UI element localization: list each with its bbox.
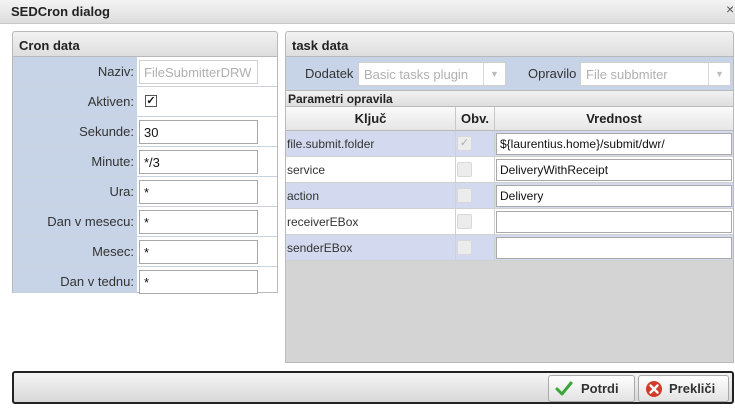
- column-kljuc[interactable]: Ključ: [286, 111, 455, 126]
- close-icon[interactable]: ×: [726, 1, 734, 17]
- chevron-down-icon[interactable]: ▼: [708, 63, 730, 85]
- cron-row-ura: Ura: *: [13, 177, 277, 207]
- mesec-label: Mesec:: [13, 237, 137, 266]
- opravilo-value: File subbmiter: [586, 67, 668, 82]
- cell-divider: [494, 183, 495, 209]
- dodatek-value: Basic tasks plugin: [364, 67, 469, 82]
- check-icon: ✓: [459, 137, 470, 149]
- param-value-field[interactable]: ${laurentius.home}/submit/dwr/: [496, 133, 732, 155]
- param-key: receiverEBox: [287, 215, 359, 229]
- potrdi-button[interactable]: Potrdi: [548, 375, 635, 402]
- cell-divider: [494, 131, 495, 157]
- param-key: service: [287, 163, 326, 177]
- cron-row-dan-v-mesecu: Dan v mesecu: *: [13, 207, 277, 237]
- params-header: Parametri opravila: [286, 91, 733, 107]
- column-obv[interactable]: Obv.: [456, 111, 494, 126]
- cell-divider: [494, 209, 495, 235]
- cron-row-naziv: Naziv: FileSubmitterDRW: [13, 57, 277, 87]
- check-icon: [555, 381, 573, 396]
- dan-v-tednu-field[interactable]: *: [139, 270, 258, 294]
- param-key: senderEBox: [287, 241, 353, 255]
- dan-v-tednu-label: Dan v tednu:: [13, 267, 137, 293]
- chevron-down-icon[interactable]: ▼: [483, 63, 505, 85]
- task-panel: Dodatek Basic tasks plugin ▼ Opravilo Fi…: [285, 57, 734, 363]
- aktiven-label: Aktiven:: [13, 87, 137, 116]
- minute-field[interactable]: */3: [139, 150, 258, 174]
- task-panel-header: task data: [285, 31, 734, 57]
- title-bar: SEDCron dialog ×: [0, 0, 735, 24]
- required-checkbox[interactable]: [457, 240, 472, 255]
- cell-divider: [455, 131, 456, 157]
- cron-row-minute: Minute: */3: [13, 147, 277, 177]
- cron-panel: Naziv: FileSubmitterDRW Aktiven: ✓ Sekun…: [12, 57, 278, 294]
- param-value-field[interactable]: [496, 237, 732, 259]
- dodatek-label: Dodatek: [305, 66, 354, 81]
- cron-row-dan-v-tednu: Dan v tednu: *: [13, 267, 277, 297]
- dialog-footer: Potrdi Prekliči: [12, 371, 734, 404]
- required-checkbox[interactable]: [457, 214, 472, 229]
- dan-v-mesecu-field[interactable]: *: [139, 210, 258, 234]
- ura-field[interactable]: *: [139, 180, 258, 204]
- param-value-field[interactable]: Delivery: [496, 185, 732, 207]
- params-grid-header: Ključ Obv. Vrednost: [286, 107, 733, 131]
- task-panel-title: task data: [292, 38, 349, 53]
- table-row[interactable]: action Delivery: [286, 183, 733, 209]
- ura-label: Ura:: [13, 177, 137, 206]
- required-checkbox[interactable]: ✓: [457, 136, 472, 151]
- preklici-label: Prekliči: [669, 381, 716, 396]
- opravilo-label: Opravilo: [528, 66, 577, 81]
- dialog-title: SEDCron dialog: [11, 4, 110, 19]
- cell-divider: [455, 157, 456, 183]
- dodatek-select[interactable]: Basic tasks plugin ▼: [358, 62, 506, 86]
- cell-divider: [494, 157, 495, 183]
- naziv-field[interactable]: FileSubmitterDRW: [139, 60, 258, 84]
- column-vrednost[interactable]: Vrednost: [495, 111, 733, 126]
- cron-row-mesec: Mesec: *: [13, 237, 277, 267]
- preklici-button[interactable]: Prekliči: [638, 375, 729, 402]
- task-selectors: Dodatek Basic tasks plugin ▼ Opravilo Fi…: [286, 57, 733, 91]
- cell-divider: [455, 183, 456, 209]
- cron-row-sekunde: Sekunde: 30: [13, 117, 277, 147]
- required-checkbox[interactable]: [457, 188, 472, 203]
- check-icon: ✓: [146, 95, 156, 107]
- table-row[interactable]: service DeliveryWithReceipt: [286, 157, 733, 183]
- aktiven-checkbox[interactable]: ✓: [145, 95, 157, 107]
- param-value-field[interactable]: DeliveryWithReceipt: [496, 159, 732, 181]
- param-value-field[interactable]: [496, 211, 732, 233]
- table-row[interactable]: file.submit.folder ✓ ${laurentius.home}/…: [286, 131, 733, 157]
- cell-divider: [455, 209, 456, 235]
- dan-v-mesecu-label: Dan v mesecu:: [13, 207, 137, 236]
- potrdi-label: Potrdi: [581, 381, 619, 396]
- cron-panel-title: Cron data: [19, 38, 80, 53]
- param-key: file.submit.folder: [287, 137, 375, 151]
- table-row[interactable]: receiverEBox: [286, 209, 733, 235]
- cron-panel-header: Cron data: [12, 31, 278, 57]
- params-title: Parametri opravila: [288, 92, 393, 106]
- table-row[interactable]: senderEBox: [286, 235, 733, 261]
- cell-divider: [494, 235, 495, 261]
- cron-row-aktiven: Aktiven: ✓: [13, 87, 277, 117]
- sekunde-field[interactable]: 30: [139, 120, 258, 144]
- param-key: action: [287, 189, 320, 203]
- minute-label: Minute:: [13, 147, 137, 176]
- cell-divider: [455, 235, 456, 261]
- naziv-label: Naziv:: [13, 57, 137, 86]
- x-icon: [646, 381, 662, 397]
- sekunde-label: Sekunde:: [13, 117, 137, 146]
- mesec-field[interactable]: *: [139, 240, 258, 264]
- opravilo-select[interactable]: File subbmiter ▼: [580, 62, 731, 86]
- required-checkbox[interactable]: [457, 162, 472, 177]
